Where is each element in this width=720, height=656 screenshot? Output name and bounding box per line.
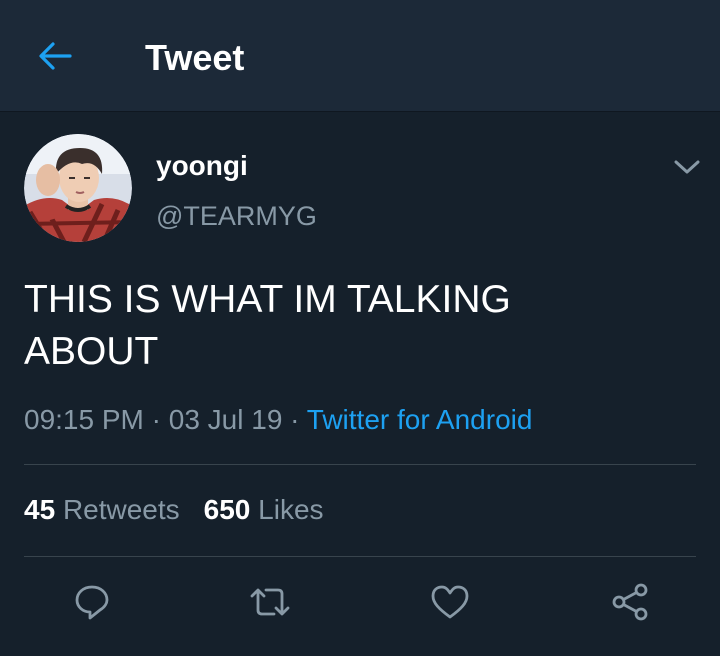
avatar[interactable] [24,134,132,242]
tweet-detail-screen: Tweet yoongi @TEARMYG THIS IS WHAT IM TA… [0,0,720,656]
retweets-stat[interactable]: 45 Retweets [24,494,180,525]
meta-separator: · [151,404,161,435]
divider [24,556,696,557]
retweet-icon [250,588,290,616]
share-button[interactable] [608,580,652,624]
more-options-button[interactable] [670,150,704,184]
likes-label: Likes [258,494,324,525]
like-button[interactable] [428,580,472,624]
arrow-left-icon [39,42,72,70]
tweet-time: 09:15 PM [24,404,144,435]
tweet-metadata: 09:15 PM · 03 Jul 19 · Twitter for Andro… [24,400,532,440]
retweets-label: Retweets [62,494,180,525]
divider [24,464,696,465]
likes-count: 650 [203,494,251,525]
tweet-text: THIS IS WHAT IM TALKING ABOUT [24,274,684,378]
share-icon [612,583,648,621]
likes-stat[interactable]: 650 Likes [204,494,324,525]
tweet-text-line: THIS IS WHAT IM TALKING [24,278,511,321]
page-title: Tweet [145,37,245,78]
back-button[interactable] [30,34,80,78]
reply-button[interactable] [70,580,114,624]
meta-separator: · [290,404,300,435]
retweets-count: 45 [24,494,56,525]
tweet-text-line: ABOUT [24,330,159,373]
chevron-down-icon [674,160,700,174]
user-handle[interactable]: @TEARMYG [156,198,317,234]
top-bar: Tweet [0,0,720,112]
reply-icon [75,585,109,620]
profile-photo [24,134,132,242]
tweet-date: 03 Jul 19 [168,404,283,435]
retweet-button[interactable] [248,580,292,624]
like-icon [431,585,469,619]
tweet-source-link[interactable]: Twitter for Android [307,404,533,435]
display-name[interactable]: yoongi [156,148,248,184]
tweet-stats: 45 Retweets 650 Likes [24,490,324,530]
